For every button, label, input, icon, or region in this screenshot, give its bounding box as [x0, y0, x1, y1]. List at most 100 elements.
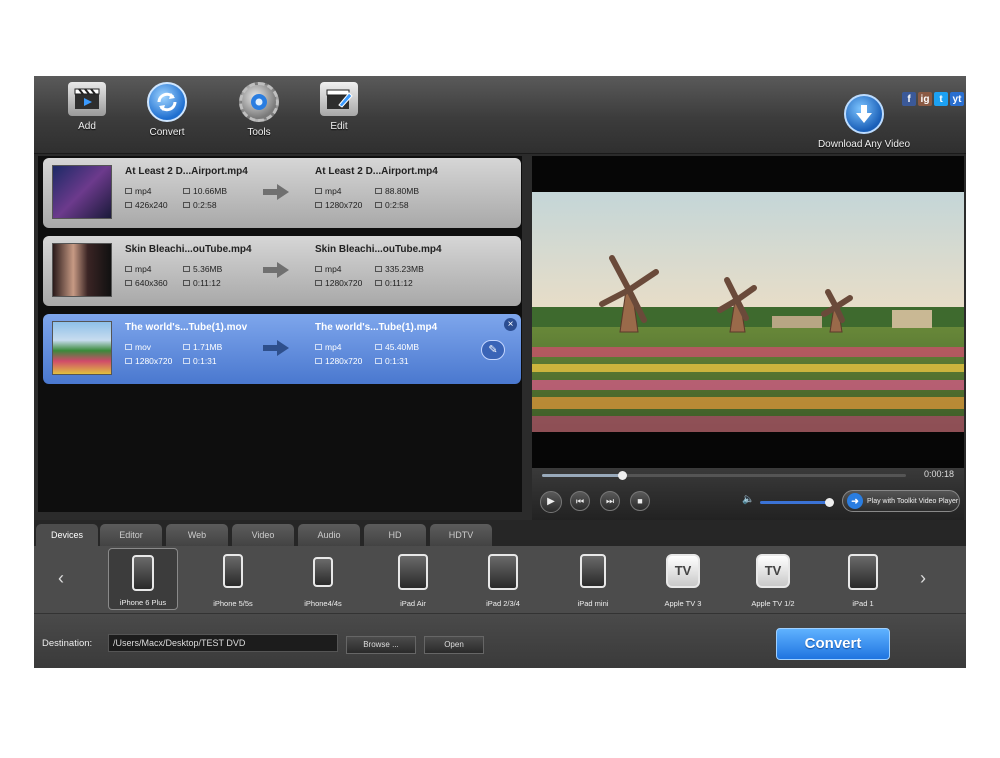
- refresh-icon: [147, 82, 187, 122]
- add-label: Add: [78, 121, 96, 132]
- facebook-icon[interactable]: f: [902, 92, 916, 106]
- play-with-player-button[interactable]: ➜ Play with Toolkit Video Player: [842, 490, 960, 512]
- device-ipad-1[interactable]: iPad 1: [828, 548, 898, 610]
- tab-devices[interactable]: Devices: [36, 524, 98, 546]
- volume-slider[interactable]: [760, 498, 834, 507]
- edit-clapper-icon: [320, 82, 358, 116]
- output-size: 335.23MB: [375, 264, 424, 274]
- edit-file-button[interactable]: ✎: [481, 340, 505, 360]
- edit-button[interactable]: Edit: [304, 82, 374, 132]
- pencil-icon: ✎: [488, 344, 498, 356]
- tab-web[interactable]: Web: [166, 524, 228, 546]
- device-label: Apple TV 1/2: [751, 599, 795, 608]
- seek-bar[interactable]: [542, 471, 906, 480]
- file-item[interactable]: Skin Bleachi...ouTube.mp4 mp4 5.36MB 640…: [43, 236, 521, 306]
- output-format: mp4: [315, 342, 342, 352]
- tab-audio[interactable]: Audio: [298, 524, 360, 546]
- clapperboard-icon: [68, 82, 106, 116]
- preview-frame-image: [532, 192, 964, 432]
- output-resolution: 1280x720: [315, 200, 362, 210]
- destination-path-input[interactable]: [108, 634, 338, 652]
- device-iphone4-4s[interactable]: iPhone4/4s: [288, 548, 358, 610]
- clock-icon: [375, 280, 382, 286]
- profile-tabs: Devices Editor Web Video Audio HD HDTV: [34, 520, 966, 546]
- file-item-selected[interactable]: The world's...Tube(1).mov mov 1.71MB 128…: [43, 314, 521, 384]
- tab-hdtv[interactable]: HDTV: [430, 524, 492, 546]
- social-links: f ig t yt: [902, 92, 964, 106]
- source-duration: 0:1:31: [183, 356, 217, 366]
- destination-bar: Destination: Browse ... Open Convert: [34, 614, 966, 668]
- phone-icon: [132, 555, 154, 591]
- tab-hd[interactable]: HD: [364, 524, 426, 546]
- stop-icon: ■: [637, 496, 643, 506]
- destination-label: Destination:: [42, 638, 93, 649]
- previous-button[interactable]: ⏮: [570, 491, 590, 511]
- source-resolution: 1280x720: [125, 356, 172, 366]
- skip-forward-icon: ⏭: [605, 496, 615, 506]
- twitter-icon[interactable]: t: [934, 92, 948, 106]
- device-label: iPhone4/4s: [304, 599, 342, 608]
- browse-button[interactable]: Browse ...: [346, 636, 416, 654]
- app-window: Add Convert Tools Edit Download Any Vide…: [34, 76, 966, 668]
- file-item[interactable]: At Least 2 D...Airport.mp4 mp4 10.66MB 4…: [43, 158, 521, 228]
- stop-button[interactable]: ■: [630, 491, 650, 511]
- youtube-icon[interactable]: yt: [950, 92, 964, 106]
- device-ipad-mini[interactable]: iPad mini: [558, 548, 628, 610]
- source-filename: Skin Bleachi...ouTube.mp4: [125, 244, 252, 255]
- play-with-label: Play with Toolkit Video Player: [867, 497, 959, 505]
- scroll-left-button[interactable]: ‹: [58, 568, 64, 589]
- video-thumbnail: [52, 165, 112, 219]
- device-apple-tv-3[interactable]: TV Apple TV 3: [648, 548, 718, 610]
- arrow-right-icon: [263, 184, 289, 200]
- convert-toolbar-button[interactable]: Convert: [132, 82, 202, 138]
- open-button[interactable]: Open: [424, 636, 484, 654]
- device-label: iPad 1: [852, 599, 874, 608]
- device-apple-tv-1-2[interactable]: TV Apple TV 1/2: [738, 548, 808, 610]
- output-resolution: 1280x720: [315, 278, 362, 288]
- seek-handle[interactable]: [618, 471, 628, 480]
- source-size: 5.36MB: [183, 264, 222, 274]
- download-icon: [844, 94, 884, 134]
- convert-button[interactable]: Convert: [776, 628, 890, 660]
- instagram-icon[interactable]: ig: [918, 92, 932, 106]
- output-filename: The world's...Tube(1).mp4: [315, 322, 438, 333]
- player-logo-icon: ➜: [847, 493, 863, 509]
- device-ipad-air[interactable]: iPad Air: [378, 548, 448, 610]
- output-resolution: 1280x720: [315, 356, 362, 366]
- format-icon: [125, 188, 132, 194]
- format-icon: [315, 266, 322, 272]
- remove-file-button[interactable]: ×: [504, 318, 517, 331]
- volume-handle[interactable]: [825, 498, 834, 507]
- play-button[interactable]: ▶: [540, 491, 562, 513]
- size-icon: [375, 266, 382, 272]
- device-iphone-6-plus[interactable]: iPhone 6 Plus: [108, 548, 178, 610]
- output-duration: 0:2:58: [375, 200, 409, 210]
- size-icon: [375, 344, 382, 350]
- arrow-right-icon: [263, 340, 289, 356]
- chevron-right-icon: ›: [920, 568, 926, 588]
- download-video-button[interactable]: Download Any Video: [816, 94, 912, 150]
- add-button[interactable]: Add: [52, 82, 122, 132]
- tablet-icon: [398, 554, 428, 590]
- play-icon: ▶: [547, 496, 555, 507]
- device-iphone-5-5s[interactable]: iPhone 5/5s: [198, 548, 268, 610]
- gear-icon: [239, 82, 279, 122]
- tab-video[interactable]: Video: [232, 524, 294, 546]
- device-ipad-2-3-4[interactable]: iPad 2/3/4: [468, 548, 538, 610]
- source-resolution: 640x360: [125, 278, 168, 288]
- file-list: At Least 2 D...Airport.mp4 mp4 10.66MB 4…: [38, 156, 522, 512]
- arrow-right-icon: [263, 262, 289, 278]
- monitor-icon: [315, 280, 322, 286]
- source-format: mp4: [125, 264, 152, 274]
- monitor-icon: [125, 202, 132, 208]
- playback-time: 0:00:18: [923, 469, 954, 479]
- device-label: iPad mini: [577, 599, 609, 608]
- next-button[interactable]: ⏭: [600, 491, 620, 511]
- video-thumbnail: [52, 243, 112, 297]
- format-icon: [125, 266, 132, 272]
- tab-editor[interactable]: Editor: [100, 524, 162, 546]
- scroll-right-button[interactable]: ›: [920, 568, 926, 589]
- tools-button[interactable]: Tools: [224, 82, 294, 138]
- video-preview[interactable]: [532, 156, 964, 468]
- source-duration: 0:11:12: [183, 278, 221, 288]
